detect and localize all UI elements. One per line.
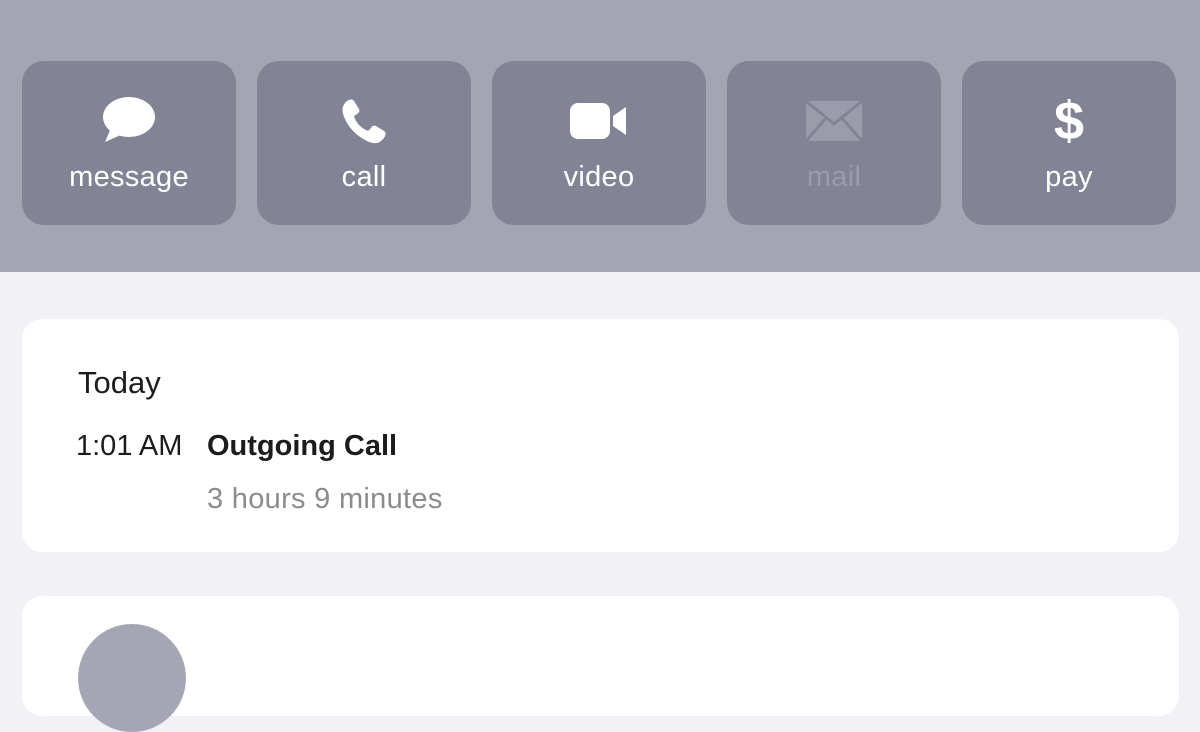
video-camera-icon <box>492 91 706 151</box>
message-bubble-icon <box>22 91 236 151</box>
call-time: 1:01 AM <box>76 430 183 462</box>
call-type: Outgoing Call <box>207 430 398 462</box>
pay-button[interactable]: $ pay <box>962 61 1176 225</box>
mail-button-label: mail <box>806 161 862 193</box>
phone-icon <box>257 91 471 151</box>
call-history-card: Today 1:01 AM Outgoing Call 3 hours 9 mi… <box>22 319 1179 552</box>
contact-header: message call video mail $ pay <box>0 0 1200 272</box>
call-button[interactable]: call <box>257 61 471 225</box>
video-button[interactable]: video <box>492 61 706 225</box>
quick-actions-bar: message call video mail $ pay <box>22 61 1176 225</box>
avatar[interactable] <box>78 624 186 732</box>
message-button-label: message <box>69 161 189 193</box>
mail-button[interactable]: mail <box>727 61 941 225</box>
call-duration: 3 hours 9 minutes <box>207 483 443 515</box>
video-button-label: video <box>563 161 635 193</box>
call-button-label: call <box>341 161 387 193</box>
message-button[interactable]: message <box>22 61 236 225</box>
history-day-heading: Today <box>78 365 161 400</box>
dollar-icon: $ <box>1053 91 1085 151</box>
pay-button-label: pay <box>1045 161 1093 193</box>
contact-info-card <box>22 596 1179 732</box>
mail-envelope-icon <box>727 91 941 151</box>
